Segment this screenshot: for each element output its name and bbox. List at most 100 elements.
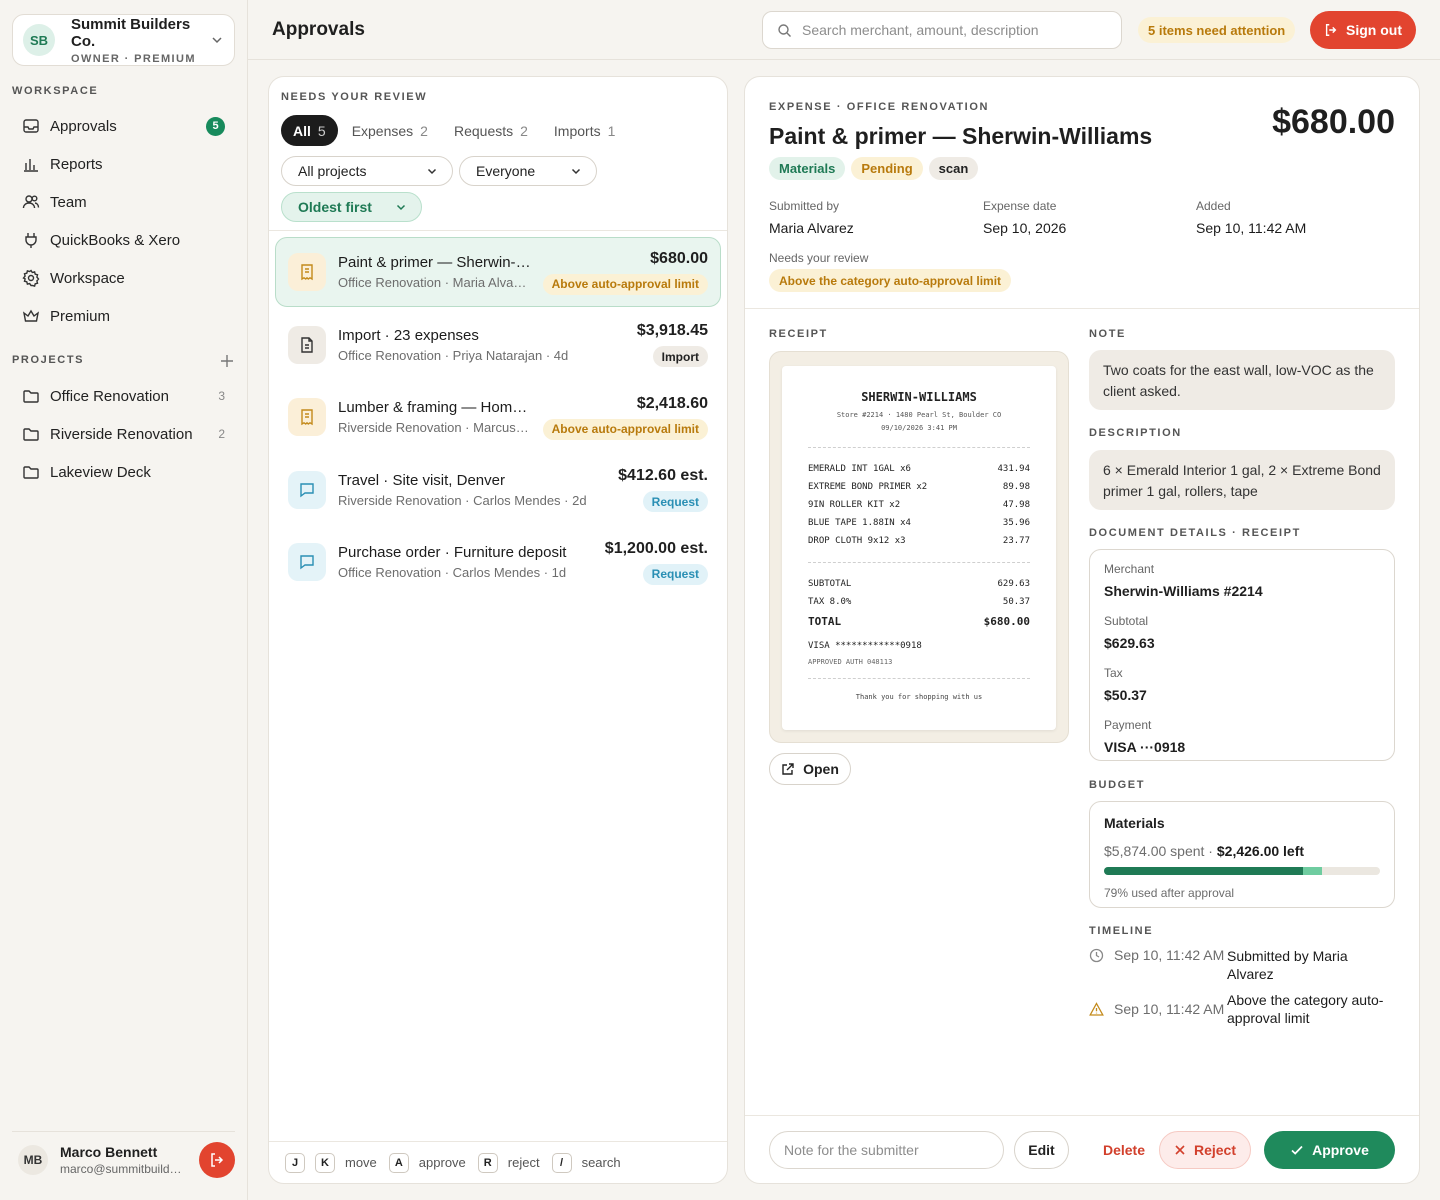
tab-label: Requests xyxy=(453,122,514,139)
filter-tabs: All 5 Expenses 2 Requests 2 Imports 1 xyxy=(281,115,629,146)
sort-select[interactable]: Oldest first xyxy=(281,192,422,222)
receipt-image: SHERWIN-WILLIAMS Store #2214 · 1480 Pear… xyxy=(782,366,1056,730)
item-amount: $2,418.60 xyxy=(636,394,708,412)
list-item[interactable]: Travel · Site visit, Denver Riverside Re… xyxy=(275,455,721,525)
user-name: Marco Bennett xyxy=(60,1143,158,1160)
sidebar-item-premium[interactable]: Premium xyxy=(12,297,237,335)
detail-eyebrow: EXPENSE · OFFICE RENOVATION xyxy=(769,101,990,113)
document-icon xyxy=(288,325,326,364)
list-item[interactable]: Purchase order · Furniture deposit Offic… xyxy=(275,527,721,597)
external-link-icon xyxy=(781,762,803,776)
receipt-subtotal-row: SUBTOTAL 629.63 xyxy=(808,575,1030,593)
item-amount: $412.60 est. xyxy=(618,467,708,484)
receipt-line-desc: 9IN ROLLER KIT x2 xyxy=(808,500,901,510)
approve-button[interactable]: Approve xyxy=(1264,1131,1395,1169)
tab-expenses[interactable]: Expenses 2 xyxy=(340,115,440,146)
search-input[interactable] xyxy=(802,22,1102,38)
workspace-section-label: WORKSPACE xyxy=(12,85,99,97)
projects-section-label: PROJECTS xyxy=(12,354,85,366)
logout-button[interactable] xyxy=(199,1141,235,1178)
detail-title: Paint & primer — Sherwin-Williams xyxy=(769,123,1153,149)
project-label: Lakeview Deck xyxy=(50,463,151,481)
check-icon xyxy=(1290,1143,1312,1157)
receipt-line-desc: EXTREME BOND PRIMER x2 xyxy=(808,482,928,492)
receipt-store: Store #2214 · 1480 Pearl St, Boulder CO xyxy=(836,411,1002,419)
message-icon xyxy=(288,470,326,509)
item-amount: $3,918.45 xyxy=(636,322,708,339)
doc-field-value: Sherwin-Williams #2214 xyxy=(1104,583,1263,599)
receipt-line: BLUE TAPE 1.88IN x4 35.96 xyxy=(808,514,1030,532)
tab-requests[interactable]: Requests 2 xyxy=(442,115,540,146)
receipt-line-desc: EMERALD INT 1GAL x6 xyxy=(808,464,911,474)
edit-button[interactable]: Edit xyxy=(1014,1131,1069,1169)
timeline-entry: Sep 10, 11:42 AM Submitted by Maria Alva… xyxy=(1089,947,1395,983)
receipt-line: EMERALD INT 1GAL x6 431.94 xyxy=(808,460,1030,478)
receipt-merchant: SHERWIN-WILLIAMS xyxy=(861,390,977,404)
list-item[interactable]: Import · 23 expenses Office Renovation ·… xyxy=(275,310,721,380)
user-email: marco@summitbuilders.co xyxy=(60,1161,182,1176)
user-profile[interactable]: MB Marco Bennett marco@summitbuilders.co xyxy=(12,1131,235,1187)
people-filter-select[interactable]: Everyone xyxy=(459,156,597,186)
sidebar-item-label: QuickBooks & Xero xyxy=(50,231,181,249)
sidebar-item-integrations[interactable]: QuickBooks & Xero xyxy=(12,221,237,259)
folder-icon xyxy=(22,463,40,481)
add-project-icon[interactable] xyxy=(218,352,236,370)
receipt-line: 9IN ROLLER KIT x2 47.98 xyxy=(808,496,1030,514)
users-icon xyxy=(22,193,40,211)
receipt-card: VISA ************0918 xyxy=(808,641,922,651)
review-list-panel: NEEDS YOUR REVIEW All 5 Expenses 2 Request… xyxy=(268,76,728,1184)
chevron-down-icon xyxy=(426,165,438,177)
logout-icon xyxy=(1324,23,1346,37)
list-item[interactable]: Lumber & framing — Home Depot Riverside … xyxy=(275,382,721,452)
sidebar-item-label: Premium xyxy=(50,307,111,325)
item-title: Paint & primer — Sherwin-Williams xyxy=(338,254,531,271)
receipt-thanks: Thank you for shopping with us xyxy=(855,693,983,701)
item-subtitle: Office Renovation · Priya Natarajan · 4d xyxy=(338,347,569,363)
document-details-card: Merchant Sherwin-Williams #2214 Subtotal… xyxy=(1089,549,1395,761)
timeline-entry: Sep 10, 11:42 AM Above the category auto… xyxy=(1089,991,1395,1027)
project-filter-select[interactable]: All projects xyxy=(281,156,453,186)
doc-field-label: Payment xyxy=(1104,718,1152,732)
sign-out-button[interactable]: Sign out xyxy=(1310,11,1416,49)
org-switcher[interactable]: SB Summit Builders Co. OWNER · PREMIUM xyxy=(12,14,235,66)
sidebar-project-riverside-renovation[interactable]: Riverside Renovation 2 xyxy=(12,415,237,453)
note-section-label: NOTE xyxy=(1089,328,1126,340)
tab-count: 1 xyxy=(607,122,616,139)
search-box[interactable] xyxy=(762,11,1122,49)
item-amount: $680.00 xyxy=(650,249,708,267)
shortcut-key: J xyxy=(285,1152,305,1173)
sidebar-item-approvals[interactable]: Approvals 5 xyxy=(12,107,237,145)
sidebar-project-lakeview-deck[interactable]: Lakeview Deck xyxy=(12,453,237,491)
item-subtitle: Office Renovation · Maria Alvarez · 1d xyxy=(338,275,531,290)
budget-left: $2,426.00 left xyxy=(1216,843,1305,859)
budget-spent: $5,874.00 spent xyxy=(1104,843,1205,859)
top-bar: Approvals 5 items need attention Sign ou… xyxy=(248,0,1440,60)
open-receipt-button[interactable]: Open xyxy=(769,753,851,785)
reject-button[interactable]: Reject xyxy=(1159,1131,1251,1169)
shortcut-label: move xyxy=(345,1155,377,1170)
tab-all[interactable]: All 5 xyxy=(281,115,338,146)
project-label: Riverside Renovation xyxy=(50,425,193,443)
sidebar-item-workspace[interactable]: Workspace xyxy=(12,259,237,297)
list-item[interactable]: Paint & primer — Sherwin-Williams Office… xyxy=(275,237,721,307)
sidebar-project-office-renovation[interactable]: Office Renovation 3 xyxy=(12,377,237,415)
timeline-time: Sep 10, 11:42 AM xyxy=(1114,947,1225,963)
submitter-note-input[interactable] xyxy=(769,1131,1004,1169)
divider xyxy=(269,230,727,231)
receipt-line: DROP CLOTH 9x12 x3 23.77 xyxy=(808,532,1030,550)
receipt-icon xyxy=(288,253,326,291)
close-icon xyxy=(1174,1144,1194,1156)
sidebar-item-team[interactable]: Team xyxy=(12,183,237,221)
receipt-preview[interactable]: SHERWIN-WILLIAMS Store #2214 · 1480 Pear… xyxy=(769,351,1069,743)
receipt-tax-label: TAX 8.0% xyxy=(808,597,852,607)
logout-icon xyxy=(209,1152,225,1168)
submitted-by-field: Submitted by Maria Alvarez xyxy=(769,199,854,236)
sidebar-item-reports[interactable]: Reports xyxy=(12,145,237,183)
tab-imports[interactable]: Imports 1 xyxy=(542,115,627,146)
status-badge: Import xyxy=(652,346,708,367)
org-avatar: SB xyxy=(23,24,55,56)
receipt-datetime: 09/10/2026 3:41 PM xyxy=(881,424,957,432)
doc-field-label: Tax xyxy=(1104,666,1123,680)
shortcut-label: reject xyxy=(507,1155,540,1170)
delete-button[interactable]: Delete xyxy=(1079,1131,1169,1169)
